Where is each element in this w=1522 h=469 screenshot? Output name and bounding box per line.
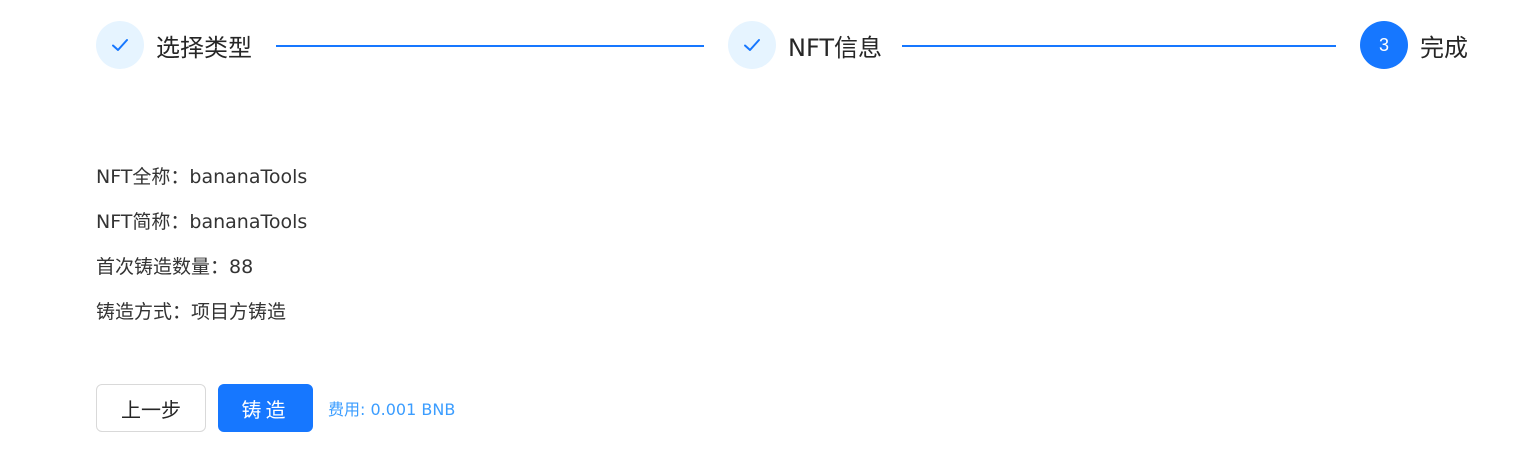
step-nft-info: NFT信息 <box>728 21 882 69</box>
nft-full-name: NFT全称：bananaTools <box>96 166 308 188</box>
step-3-title: 完成 <box>1420 33 1468 62</box>
initial-mint-quantity: 首次铸造数量：88 <box>96 256 254 278</box>
step-1-title: 选择类型 <box>156 33 252 62</box>
step-2-title: NFT信息 <box>788 33 882 62</box>
check-icon <box>112 39 128 51</box>
step-1-circle <box>96 21 144 69</box>
steps-progress: 选择类型 NFT信息 3 完成 <box>96 21 1468 69</box>
step-complete: 3 完成 <box>1360 21 1468 69</box>
nft-short-name: NFT简称：bananaTools <box>96 211 308 233</box>
previous-step-button[interactable]: 上一步 <box>96 384 206 432</box>
fee-text: 费用: 0.001 BNB <box>328 400 456 419</box>
mint-button[interactable]: 铸造 <box>218 384 313 432</box>
step-2-circle <box>728 21 776 69</box>
check-icon <box>744 39 760 51</box>
step-select-type: 选择类型 <box>96 21 252 69</box>
step-connector-2 <box>902 45 1336 47</box>
nft-summary: NFT全称：bananaTools NFT简称：bananaTools 首次铸造… <box>96 163 307 343</box>
mint-method: 铸造方式：项目方铸造 <box>96 301 287 323</box>
step-3-number: 3 <box>1378 34 1389 55</box>
step-connector-1 <box>276 45 704 47</box>
step-3-circle: 3 <box>1360 21 1408 69</box>
mint-result-page: 选择类型 NFT信息 3 完成 NFT全称：bananaTools NFT简称：… <box>0 0 1522 469</box>
action-bar: 上一步 铸造 费用: 0.001 BNB <box>96 384 455 432</box>
